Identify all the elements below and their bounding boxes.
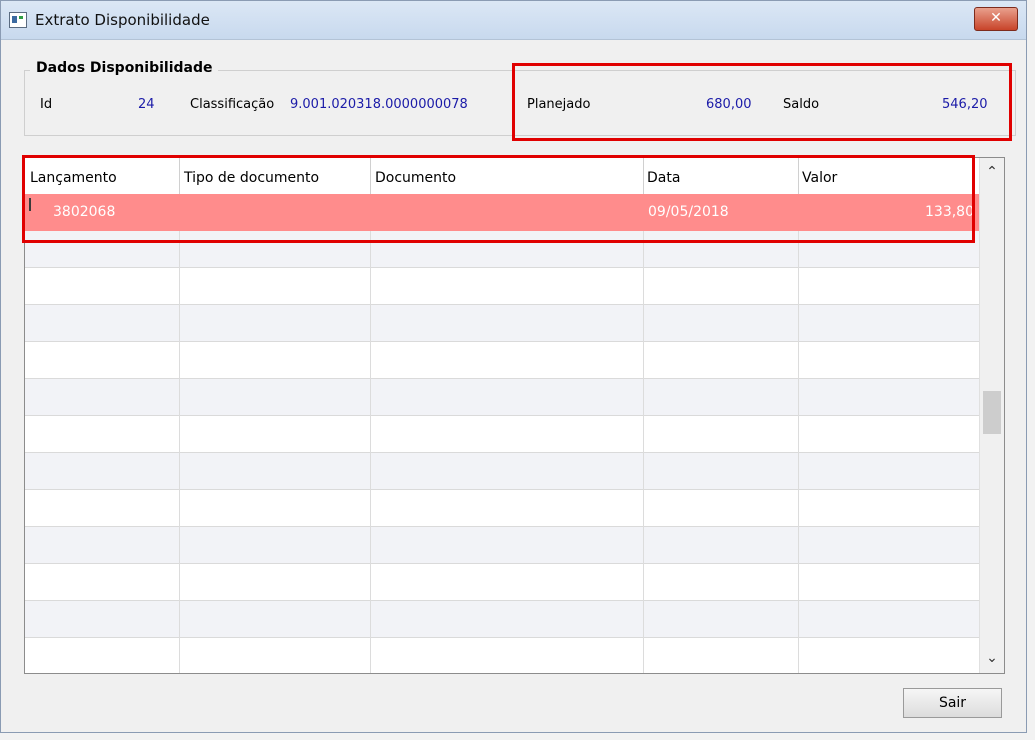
highlight-box-values	[512, 63, 1012, 141]
vertical-scrollbar[interactable]: ⌃ ⌄	[979, 158, 1004, 673]
empty-row[interactable]	[25, 342, 980, 379]
empty-row[interactable]	[25, 490, 980, 527]
empty-row[interactable]	[25, 416, 980, 453]
classificacao-label: Classificação	[190, 97, 275, 112]
scroll-down-icon[interactable]: ⌄	[980, 650, 1004, 670]
column-divider	[370, 231, 371, 673]
scroll-thumb[interactable]	[983, 391, 1001, 434]
empty-row[interactable]	[25, 268, 980, 305]
empty-row[interactable]	[25, 305, 980, 342]
empty-row[interactable]	[25, 453, 980, 490]
title-bar: Extrato Disponibilidade ✕	[1, 1, 1026, 40]
id-value: 24	[138, 97, 155, 112]
classificacao-value: 9.001.020318.0000000078	[290, 97, 468, 112]
window-title: Extrato Disponibilidade	[35, 11, 210, 29]
column-divider	[179, 231, 180, 673]
empty-row[interactable]	[25, 601, 980, 638]
column-divider	[643, 231, 644, 673]
highlight-box-grid	[22, 155, 975, 243]
scroll-up-icon[interactable]: ⌃	[980, 164, 1004, 184]
empty-row[interactable]	[25, 638, 980, 673]
empty-row[interactable]	[25, 527, 980, 564]
id-label: Id	[40, 97, 53, 112]
empty-row[interactable]	[25, 564, 980, 601]
empty-row[interactable]	[25, 379, 980, 416]
app-icon	[9, 12, 27, 28]
close-button[interactable]: ✕	[974, 7, 1018, 31]
sair-button[interactable]: Sair	[903, 688, 1002, 718]
column-divider	[798, 231, 799, 673]
group-title: Dados Disponibilidade	[30, 60, 219, 76]
